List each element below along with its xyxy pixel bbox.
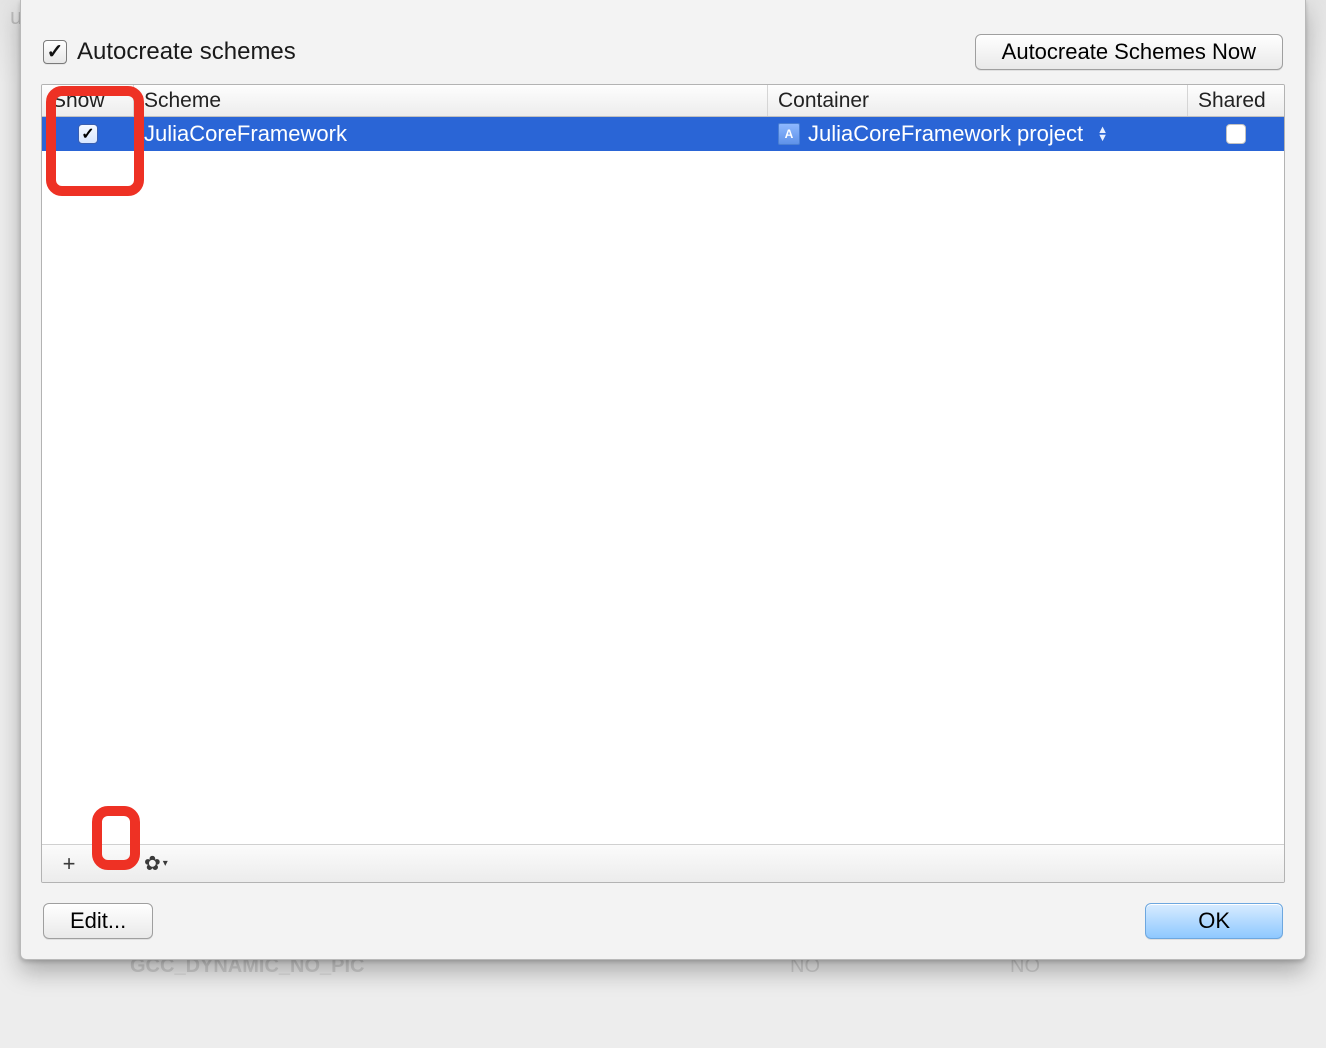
scheme-actions-button[interactable]: ✿ ▾	[144, 851, 168, 876]
autocreate-schemes-now-button[interactable]: Autocreate Schemes Now	[975, 34, 1283, 70]
remove-scheme-button[interactable]: −	[100, 851, 126, 877]
plus-icon: +	[63, 851, 76, 877]
column-header-shared[interactable]: Shared	[1188, 85, 1284, 116]
sheet-top-row: Autocreate schemes Autocreate Schemes No…	[41, 34, 1285, 84]
manage-schemes-sheet: Autocreate schemes Autocreate Schemes No…	[20, 0, 1306, 960]
scheme-row-scheme-cell: JuliaCoreFramework	[134, 121, 768, 147]
scheme-row[interactable]: JuliaCoreFramework A JuliaCoreFramework …	[42, 117, 1284, 151]
edit-button[interactable]: Edit...	[43, 903, 153, 939]
project-icon: A	[778, 123, 800, 145]
scheme-show-checkbox[interactable]	[78, 124, 98, 144]
column-header-container[interactable]: Container	[768, 85, 1188, 116]
ok-button[interactable]: OK	[1145, 903, 1283, 939]
minus-icon: −	[107, 851, 120, 877]
autocreate-schemes-checkbox[interactable]	[43, 40, 67, 64]
autocreate-schemes-label[interactable]: Autocreate schemes	[43, 38, 296, 66]
scheme-shared-checkbox[interactable]	[1226, 124, 1246, 144]
add-scheme-button[interactable]: +	[56, 851, 82, 877]
scheme-row-show-cell	[42, 124, 134, 144]
schemes-table: Show Scheme Container Shared JuliaCoreFr…	[41, 84, 1285, 883]
scheme-row-shared-cell	[1188, 124, 1284, 144]
scheme-row-container-cell[interactable]: A JuliaCoreFramework project ▲▼	[768, 121, 1188, 147]
chevron-down-icon: ▾	[163, 858, 168, 869]
gear-icon: ✿	[144, 851, 161, 876]
scheme-container-name: JuliaCoreFramework project	[808, 121, 1083, 147]
schemes-table-header: Show Scheme Container Shared	[42, 85, 1284, 117]
schemes-table-footer: + − ✿ ▾	[42, 844, 1284, 882]
container-stepper-icon[interactable]: ▲▼	[1097, 126, 1108, 142]
column-header-show[interactable]: Show	[42, 85, 134, 116]
schemes-table-body: JuliaCoreFramework A JuliaCoreFramework …	[42, 117, 1284, 844]
sheet-bottom-row: Edit... OK	[41, 883, 1285, 939]
scheme-name: JuliaCoreFramework	[144, 121, 347, 147]
column-header-scheme[interactable]: Scheme	[134, 85, 768, 116]
autocreate-schemes-text: Autocreate schemes	[77, 38, 296, 66]
